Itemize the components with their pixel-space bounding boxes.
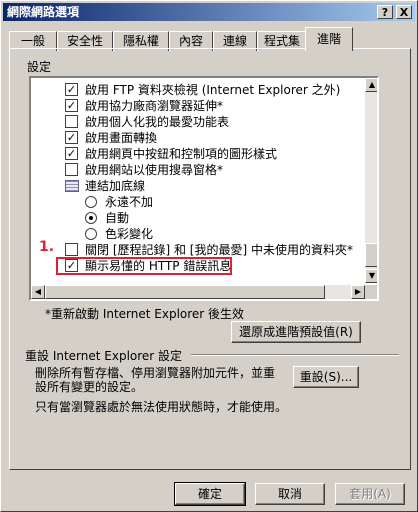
horizontal-scroll-thumb[interactable]	[45, 285, 325, 299]
internet-options-dialog: 網際網路選項 ? X 一般 安全性 隱私權 內容 連線 程式集 進階 設定 ✓ …	[0, 0, 418, 512]
checkbox[interactable]	[65, 115, 78, 128]
tab-strip: 一般 安全性 隱私權 內容 連線 程式集 進階	[9, 27, 411, 51]
annotation-highlight-box	[56, 257, 232, 275]
horizontal-scrollbar[interactable]: ◀ ▶	[31, 285, 365, 299]
checkbox[interactable]	[65, 243, 78, 256]
scroll-corner	[365, 285, 377, 299]
restart-note: *重新啟動 Internet Explorer 後生效	[45, 307, 245, 321]
vertical-scroll-thumb[interactable]	[365, 243, 377, 267]
scroll-down-icon[interactable]: ▼	[365, 269, 377, 283]
apply-button: 套用(A)	[335, 483, 405, 505]
restore-advanced-defaults-button[interactable]: 還原成進階預設值(R)	[231, 321, 361, 343]
group-divider	[191, 354, 399, 356]
reset-note: 只有當瀏覽器處於無法使用狀態時，才能使用。	[35, 400, 288, 414]
cancel-button[interactable]: 取消	[255, 483, 325, 505]
scroll-left-icon[interactable]: ◀	[31, 285, 45, 299]
vertical-scrollbar[interactable]: ▲ ▼	[365, 78, 377, 283]
tab-advanced[interactable]: 進階	[305, 27, 353, 51]
checkbox[interactable]: ✓	[65, 131, 78, 144]
scroll-up-icon[interactable]: ▲	[365, 78, 377, 92]
checkbox[interactable]: ✓	[65, 99, 78, 112]
reset-group-label: 重設 Internet Explorer 設定	[25, 349, 183, 363]
annotation-number: 1.	[39, 239, 55, 255]
checkbox[interactable]: ✓	[65, 147, 78, 160]
close-button[interactable]: X	[396, 5, 412, 19]
scroll-right-icon[interactable]: ▶	[351, 285, 365, 299]
window-title: 網際網路選項	[7, 5, 80, 19]
reset-description-line2: 設所有變更的設定。	[35, 380, 144, 394]
radio-button[interactable]	[85, 228, 97, 240]
radio-button[interactable]	[85, 196, 97, 208]
settings-label: 設定	[27, 60, 52, 74]
title-bar[interactable]: 網際網路選項 ? X	[3, 3, 415, 21]
reset-button[interactable]: 重設(S)...	[293, 366, 359, 388]
settings-group-icon	[65, 180, 79, 192]
radio-button[interactable]	[85, 212, 97, 224]
ok-button[interactable]: 確定	[174, 482, 246, 506]
help-button[interactable]: ?	[377, 5, 393, 19]
checkbox[interactable]	[65, 163, 78, 176]
checkbox[interactable]: ✓	[65, 83, 78, 96]
